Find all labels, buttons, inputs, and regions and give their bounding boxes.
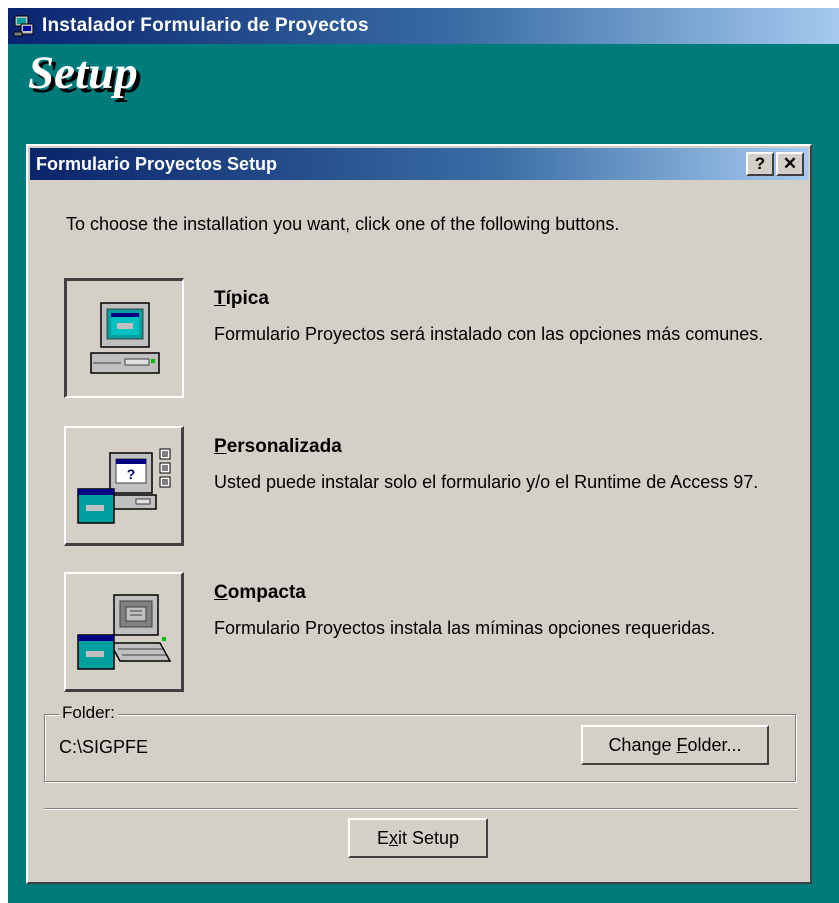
instruction-text: To choose the installation you want, cli… xyxy=(66,214,620,234)
separator xyxy=(44,808,798,810)
computer-custom-icon: ? xyxy=(76,448,170,524)
compact-install-button[interactable] xyxy=(64,572,184,692)
installer-icon xyxy=(13,15,34,37)
typical-title: Típica xyxy=(214,288,269,310)
custom-title: Personalizada xyxy=(214,436,342,458)
compact-title-rest: ompacta xyxy=(227,582,306,603)
change-folder-label-accel: F xyxy=(676,734,688,755)
help-button[interactable]: ? xyxy=(746,152,774,176)
exit-label-pre: E xyxy=(376,827,389,848)
dialog-title: Formulario Proyectos Setup xyxy=(36,153,278,174)
folder-group: Folder: C:\SIGPFE Change Folder... xyxy=(44,703,796,782)
custom-title-accel: P xyxy=(214,436,227,457)
setup-dialog: Formulario Proyectos Setup ? ✕ To choose… xyxy=(26,144,812,884)
setup-banner: Setup xyxy=(28,47,138,99)
installer-window: Instalador Formulario de Proyectos Setup… xyxy=(8,8,839,903)
custom-title-rest: ersonalizada xyxy=(226,436,342,457)
compact-title-accel: C xyxy=(214,582,228,603)
typical-title-rest: ípica xyxy=(225,288,269,309)
computer-compact-icon xyxy=(76,593,171,670)
compact-title: Compacta xyxy=(214,582,306,604)
close-button[interactable]: ✕ xyxy=(776,152,804,176)
computer-typical-icon xyxy=(89,301,160,374)
installer-title: Instalador Formulario de Proyectos xyxy=(42,15,369,36)
dialog-titlebar: Formulario Proyectos Setup ? ✕ xyxy=(30,148,808,180)
exit-label-post: it Setup xyxy=(397,827,460,848)
custom-install-button[interactable]: ? xyxy=(64,426,184,546)
typical-description: Formulario Proyectos será instalado con … xyxy=(214,324,764,344)
typical-title-accel: T xyxy=(214,288,226,309)
exit-label-accel: x xyxy=(388,827,398,848)
folder-label: Folder: xyxy=(59,703,118,723)
change-folder-label-pre: Change xyxy=(608,734,677,755)
folder-path: C:\SIGPFE xyxy=(59,737,149,757)
svg-text:?: ? xyxy=(126,466,135,482)
typical-install-button[interactable] xyxy=(64,278,184,398)
change-folder-label-post: older... xyxy=(687,734,742,755)
installer-titlebar: Instalador Formulario de Proyectos xyxy=(8,8,839,44)
exit-setup-button[interactable]: Ex it Setup xyxy=(348,818,488,858)
custom-description: Usted puede instalar solo el formulario … xyxy=(214,472,759,492)
compact-description: Formulario Proyectos instala las míminas… xyxy=(214,618,716,638)
change-folder-button[interactable]: Change Folder... xyxy=(581,725,769,765)
